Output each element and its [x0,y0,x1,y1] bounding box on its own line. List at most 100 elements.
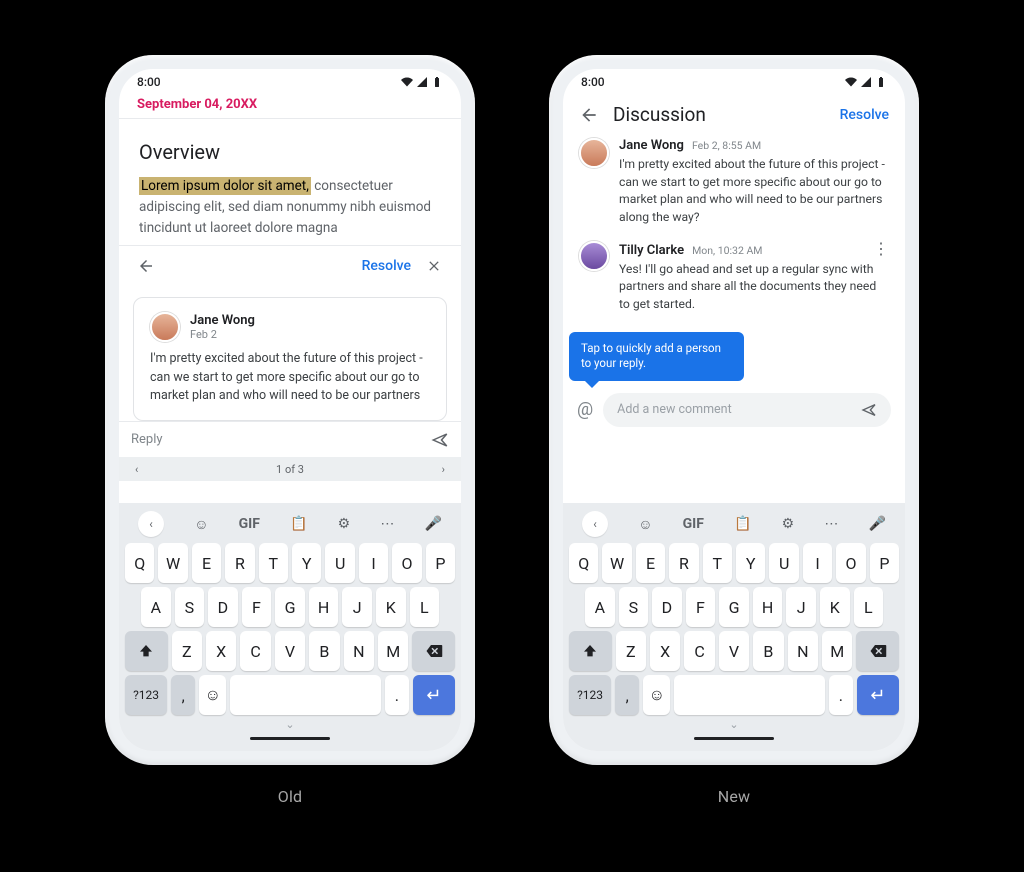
key-v[interactable]: V [275,631,305,671]
clipboard-icon[interactable]: 📋 [734,516,751,532]
key-e[interactable]: E [636,543,665,583]
key-d[interactable]: D [652,587,682,627]
comma-key[interactable]: , [171,675,195,715]
key-s[interactable]: S [175,587,205,627]
backspace-key[interactable] [856,631,899,671]
key-i[interactable]: I [803,543,832,583]
key-k[interactable]: K [820,587,850,627]
comma-key[interactable]: , [615,675,639,715]
key-p[interactable]: P [426,543,455,583]
period-key[interactable]: . [829,675,853,715]
more-icon[interactable]: ⋯ [380,516,394,532]
key-u[interactable]: U [769,543,798,583]
emoji-key[interactable]: ☺ [643,675,670,715]
key-j[interactable]: J [786,587,816,627]
mention-button[interactable]: @ [577,399,593,420]
key-l[interactable]: L [410,587,440,627]
key-m[interactable]: M [822,631,852,671]
key-a[interactable]: A [585,587,615,627]
key-z[interactable]: Z [616,631,646,671]
backspace-key[interactable] [412,631,455,671]
key-s[interactable]: S [619,587,649,627]
doc-body[interactable]: Overview Lorem ipsum dolor sit amet, con… [119,119,461,245]
key-r[interactable]: R [225,543,254,583]
period-key[interactable]: . [385,675,409,715]
shift-key[interactable] [569,631,612,671]
symbols-key[interactable]: ?123 [125,675,167,715]
enter-key[interactable]: ↵ [413,675,455,715]
back-button[interactable] [579,105,599,125]
gif-button[interactable]: GIF [239,516,260,532]
gear-icon[interactable]: ⚙ [782,516,795,532]
key-b[interactable]: B [753,631,783,671]
key-t[interactable]: T [259,543,288,583]
resolve-button[interactable]: Resolve [362,258,411,274]
kbd-chevron[interactable]: ⌄ [567,717,901,731]
key-u[interactable]: U [325,543,354,583]
send-button[interactable] [861,402,877,418]
key-x[interactable]: X [650,631,680,671]
key-o[interactable]: O [836,543,865,583]
home-indicator[interactable] [123,731,457,745]
key-h[interactable]: H [309,587,339,627]
thread-message[interactable]: Tilly Clarke Mon, 10:32 AM ⋮ Yes! I'll g… [579,241,889,314]
clipboard-icon[interactable]: 📋 [290,516,307,532]
key-w[interactable]: W [602,543,631,583]
next-comment[interactable]: › [442,463,445,476]
emoji-key[interactable]: ☺ [199,675,226,715]
key-n[interactable]: N [344,631,374,671]
prev-comment[interactable]: ‹ [135,463,138,476]
key-b[interactable]: B [309,631,339,671]
key-l[interactable]: L [854,587,884,627]
thread-message[interactable]: Jane Wong Feb 2, 8:55 AM I'm pretty exci… [579,138,889,227]
kbd-collapse[interactable]: ‹ [582,511,608,537]
key-j[interactable]: J [342,587,372,627]
enter-key[interactable]: ↵ [857,675,899,715]
key-i[interactable]: I [359,543,388,583]
key-h[interactable]: H [753,587,783,627]
sticker-icon[interactable]: ☺ [638,516,652,533]
more-icon[interactable]: ⋯ [824,516,838,532]
resolve-button[interactable]: Resolve [840,107,889,123]
symbols-key[interactable]: ?123 [569,675,611,715]
key-g[interactable]: G [275,587,305,627]
sticker-icon[interactable]: ☺ [194,516,208,533]
key-r[interactable]: R [669,543,698,583]
kbd-chevron[interactable]: ⌄ [123,717,457,731]
key-n[interactable]: N [788,631,818,671]
back-button[interactable] [129,249,163,283]
key-t[interactable]: T [703,543,732,583]
key-x[interactable]: X [206,631,236,671]
key-y[interactable]: Y [736,543,765,583]
comment-card[interactable]: Jane Wong Feb 2 I'm pretty excited about… [133,297,447,421]
keyboard[interactable]: ‹ ☺ GIF 📋 ⚙ ⋯ 🎤 QWERTYUIOP ASDFGHJKL [119,503,461,751]
key-c[interactable]: C [240,631,270,671]
key-g[interactable]: G [719,587,749,627]
key-w[interactable]: W [158,543,187,583]
key-y[interactable]: Y [292,543,321,583]
space-key[interactable] [674,675,824,715]
keyboard[interactable]: ‹ ☺ GIF 📋 ⚙ ⋯ 🎤 QWERTYUIOP ASDFGHJKL [563,503,905,751]
key-a[interactable]: A [141,587,171,627]
space-key[interactable] [230,675,380,715]
close-button[interactable] [417,249,451,283]
key-p[interactable]: P [870,543,899,583]
gif-button[interactable]: GIF [683,516,704,532]
key-f[interactable]: F [242,587,272,627]
key-f[interactable]: F [686,587,716,627]
key-q[interactable]: Q [125,543,154,583]
highlighted-text[interactable]: Lorem ipsum dolor sit amet, [139,177,311,195]
key-c[interactable]: C [684,631,714,671]
reply-input[interactable]: Reply [131,432,163,447]
mic-icon[interactable]: 🎤 [424,516,441,532]
key-d[interactable]: D [208,587,238,627]
key-k[interactable]: K [376,587,406,627]
message-menu[interactable]: ⋮ [867,241,889,257]
kbd-collapse[interactable]: ‹ [138,511,164,537]
shift-key[interactable] [125,631,168,671]
key-v[interactable]: V [719,631,749,671]
comment-input[interactable]: Add a new comment [603,393,891,427]
gear-icon[interactable]: ⚙ [338,516,351,532]
key-q[interactable]: Q [569,543,598,583]
mic-icon[interactable]: 🎤 [868,516,885,532]
